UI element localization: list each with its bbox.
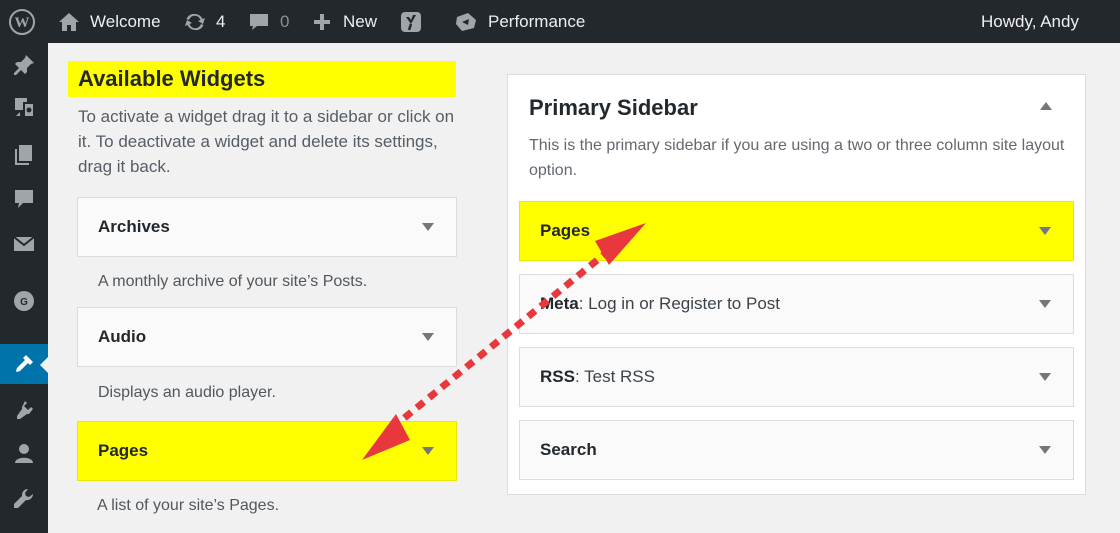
primary-sidebar-title: Primary Sidebar bbox=[529, 95, 698, 120]
widget-title: Pages bbox=[540, 202, 590, 260]
site-name-link[interactable]: Welcome bbox=[58, 0, 161, 43]
widget-description: A list of your site’s Pages. bbox=[97, 497, 280, 514]
widget-toggle-caret-icon[interactable] bbox=[1039, 373, 1051, 381]
tools-icon[interactable] bbox=[0, 479, 48, 519]
updates-icon bbox=[185, 13, 205, 30]
widget-title-text: Search bbox=[540, 440, 597, 459]
widget-description: A monthly archive of your site’s Posts. bbox=[98, 273, 368, 290]
performance-label: Performance bbox=[488, 11, 586, 31]
widget-toggle-caret-icon[interactable] bbox=[422, 447, 434, 455]
my-account-link[interactable]: Howdy, Andy bbox=[981, 0, 1079, 43]
pin-icon[interactable] bbox=[0, 45, 48, 85]
sidebar-widget-rss[interactable]: RSS: Test RSS bbox=[519, 347, 1074, 407]
widget-title: RSS: Test RSS bbox=[540, 348, 655, 406]
performance-link[interactable]: Performance bbox=[454, 0, 585, 43]
widget-title: Pages bbox=[98, 441, 149, 460]
widget-title: Archives bbox=[98, 217, 170, 236]
widget-toggle-caret-icon[interactable] bbox=[1039, 227, 1051, 235]
available-widgets-description: To activate a widget drag it to a sideba… bbox=[78, 107, 455, 176]
new-label: New bbox=[343, 11, 378, 31]
widget-title-text: RSS bbox=[540, 367, 575, 386]
widget-title: Audio bbox=[98, 327, 147, 346]
current-menu-pointer bbox=[40, 357, 48, 373]
updates-count: 4 bbox=[216, 11, 226, 31]
primary-sidebar-description: This is the primary sidebar if you are u… bbox=[529, 137, 1065, 179]
home-icon bbox=[59, 12, 79, 31]
updates-link[interactable]: 4 bbox=[183, 0, 225, 43]
widget-description: Displays an audio player. bbox=[98, 384, 276, 401]
available-widgets-heading: Available Widgets bbox=[68, 61, 456, 97]
howdy-text: Howdy, Andy bbox=[981, 11, 1079, 31]
site-name: Welcome bbox=[90, 11, 161, 31]
yoast-icon[interactable] bbox=[400, 0, 422, 43]
widget-title: Search bbox=[540, 421, 597, 479]
widget-toggle-caret-icon[interactable] bbox=[422, 223, 434, 231]
widget-pages-available[interactable]: Pages bbox=[77, 421, 457, 481]
widget-toggle-caret-icon[interactable] bbox=[422, 333, 434, 341]
widget-archives[interactable]: Archives bbox=[77, 197, 457, 257]
new-content-link[interactable]: New bbox=[313, 0, 377, 43]
media-icon[interactable] bbox=[0, 87, 48, 127]
widget-toggle-caret-icon[interactable] bbox=[1039, 446, 1051, 454]
widget-subtitle: : Log in or Register to Post bbox=[578, 294, 781, 313]
plus-icon bbox=[314, 13, 330, 30]
performance-icon bbox=[456, 12, 476, 31]
sidebar-widget-search[interactable]: Search bbox=[519, 420, 1074, 480]
plugins-icon[interactable] bbox=[0, 390, 48, 430]
admin-bar: W Welcome 4 0 New Performance Howdy, And… bbox=[0, 0, 1120, 43]
collapse-arrow-icon[interactable] bbox=[1040, 102, 1052, 110]
mail-icon[interactable] bbox=[0, 224, 48, 264]
sidebar-widget-pages[interactable]: Pages bbox=[519, 201, 1074, 261]
widget-subtitle: : Test RSS bbox=[574, 367, 655, 386]
widget-audio[interactable]: Audio bbox=[77, 307, 457, 367]
widget-toggle-caret-icon[interactable] bbox=[1039, 300, 1051, 308]
widget-title: Meta: Log in or Register to Post bbox=[540, 275, 780, 333]
g-icon[interactable]: G bbox=[0, 281, 48, 321]
widget-title-text: Pages bbox=[540, 221, 591, 240]
svg-text:G: G bbox=[20, 297, 28, 308]
comments-count: 0 bbox=[280, 11, 290, 31]
appearance-icon[interactable] bbox=[0, 344, 48, 384]
comments-link[interactable]: 0 bbox=[248, 0, 289, 43]
comments-icon[interactable] bbox=[0, 179, 48, 219]
pages-icon[interactable] bbox=[0, 135, 48, 175]
admin-side-menu: G bbox=[0, 43, 48, 533]
svg-text:W: W bbox=[15, 15, 30, 31]
widget-title-text: Meta bbox=[540, 294, 579, 313]
users-icon[interactable] bbox=[0, 434, 48, 474]
sidebar-widget-meta[interactable]: Meta: Log in or Register to Post bbox=[519, 274, 1074, 334]
comment-bubble-icon bbox=[250, 13, 268, 30]
wordpress-logo-icon[interactable]: W bbox=[8, 0, 36, 43]
